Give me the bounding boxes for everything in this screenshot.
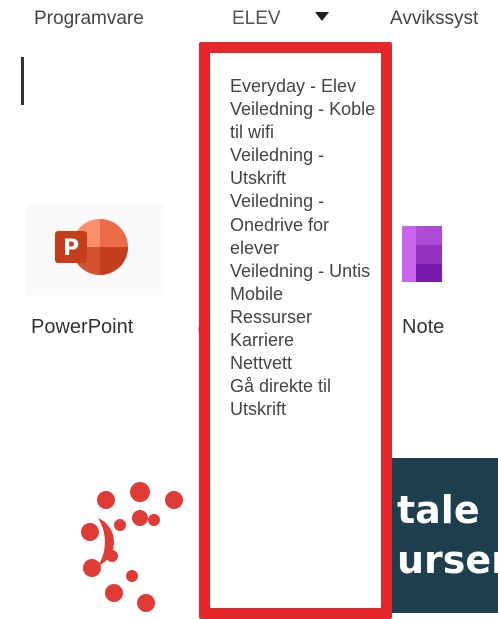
menu-item-ressurser[interactable]: Ressurser	[230, 306, 380, 329]
chevron-down-icon[interactable]	[315, 12, 329, 21]
nav-avvikssystem[interactable]: Avvikssyst	[390, 8, 478, 30]
menu-item-karriere[interactable]: Karriere	[230, 329, 380, 352]
menu-item-ga-til-utskrift[interactable]: Gå direkte til Utskrift	[230, 375, 380, 421]
nav-programvare[interactable]: Programvare	[34, 8, 144, 30]
svg-text:P: P	[63, 236, 79, 261]
menu-item-nettvett[interactable]: Nettvett	[230, 352, 380, 375]
menu-item-onedrive[interactable]: Veiledning - Onedrive for elever	[230, 190, 380, 259]
menu-item-everyday-elev[interactable]: Everyday - Elev	[230, 75, 380, 98]
powerpoint-label[interactable]: PowerPoint	[31, 316, 133, 339]
menu-item-utskrift-guide[interactable]: Veiledning - Utskrift	[230, 144, 380, 190]
onenote-label[interactable]: Note	[402, 316, 444, 339]
top-navigation: Programvare ELEV Avvikssyst	[0, 0, 498, 44]
banner-line-1: tale	[397, 488, 480, 532]
canvas-logo-icon	[81, 482, 183, 612]
dropdown-list: Everyday - Elev Veiledning - Koble til w…	[210, 53, 381, 421]
menu-item-koble-til-wifi[interactable]: Veiledning - Koble til wifi	[230, 98, 380, 144]
text-cursor	[21, 57, 24, 105]
onenote-icon[interactable]	[402, 226, 442, 282]
resource-banner[interactable]: tale urser	[389, 458, 498, 613]
elev-dropdown-menu: Everyday - Elev Veiledning - Koble til w…	[199, 42, 392, 619]
menu-item-untis-mobile[interactable]: Veiledning - Untis Mobile	[230, 260, 380, 306]
powerpoint-icon: P	[55, 219, 128, 275]
banner-line-2: urser	[397, 538, 498, 582]
nav-elev[interactable]: ELEV	[232, 8, 281, 30]
